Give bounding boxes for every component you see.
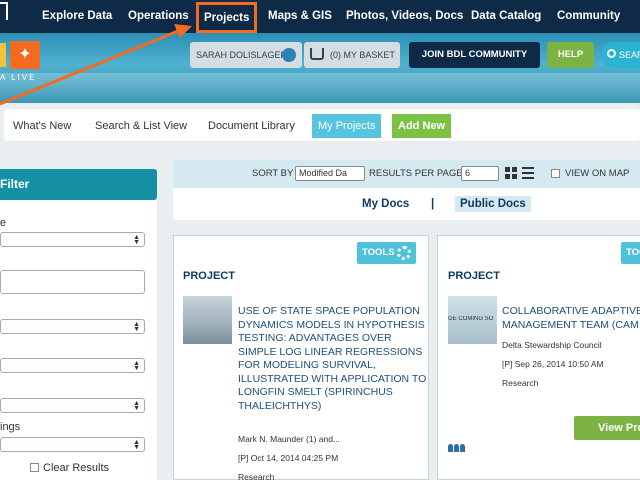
nav-community[interactable]: Community bbox=[557, 0, 620, 33]
card-thumbnail[interactable] bbox=[183, 296, 232, 344]
filter-select-3[interactable]: ▲ ▼ bbox=[0, 358, 145, 373]
gear-icon[interactable] bbox=[282, 48, 296, 62]
card-author: Delta Stewardship Council bbox=[502, 340, 602, 350]
help-button[interactable]: HELP bbox=[547, 42, 594, 68]
search-icon bbox=[607, 49, 616, 58]
card-type: PROJECT bbox=[448, 270, 500, 282]
card-date: [P] Sep 26, 2014 10:50 AM bbox=[502, 359, 604, 369]
tools-button[interactable]: TOOLS bbox=[621, 242, 640, 264]
sub-tab-bar: What's New Search & List View Document L… bbox=[4, 109, 640, 141]
nav-operations[interactable]: Operations bbox=[128, 0, 189, 33]
basket-label: (0) MY BASKET bbox=[330, 50, 395, 60]
tab-whats-new[interactable]: What's New bbox=[7, 114, 77, 138]
tab-document-library[interactable]: Document Library bbox=[202, 114, 301, 138]
view-project-button[interactable]: View Pro bbox=[574, 416, 640, 440]
docs-separator: | bbox=[431, 198, 435, 210]
join-community-button[interactable]: JOIN BDL COMMUNITY bbox=[409, 42, 540, 68]
add-new-button[interactable]: Add New bbox=[392, 114, 452, 138]
header-banner: ✦ A LIVE SARAH DOLISLAGER (0) MY BASKET … bbox=[0, 33, 640, 103]
filter-title: Filter bbox=[0, 177, 30, 191]
card-type: PROJECT bbox=[183, 270, 235, 282]
user-name: SARAH DOLISLAGER bbox=[196, 50, 288, 60]
nav-explore-data[interactable]: Explore Data bbox=[42, 0, 112, 33]
filter-select-4[interactable]: ▲ ▼ bbox=[0, 398, 145, 413]
filter-select-1[interactable]: ▲ ▼ bbox=[0, 232, 145, 247]
sort-bar: SORT BY Modified Da RESULTS PER PAGE 6 V… bbox=[173, 160, 640, 188]
docs-switch: My Docs | Public Docs bbox=[173, 188, 640, 220]
clear-results[interactable]: Clear Results bbox=[30, 462, 109, 474]
card-category: Research bbox=[238, 472, 275, 480]
card-category: Research bbox=[502, 378, 539, 388]
gear-icon bbox=[397, 246, 411, 260]
basket-button[interactable]: (0) MY BASKET bbox=[304, 42, 400, 68]
filter-select-5[interactable]: ▲ ▼ bbox=[0, 437, 145, 452]
card-title-link[interactable]: USE OF STATE SPACE POPULATION DYNAMICS M… bbox=[238, 305, 428, 413]
card-thumbnail[interactable]: GE COMING SO bbox=[448, 296, 497, 344]
user-menu[interactable]: SARAH DOLISLAGER bbox=[190, 42, 302, 68]
card-title-link[interactable]: COLLABORATIVE ADAPTIVE MANAGEMENT TEAM (… bbox=[502, 305, 640, 332]
nav-maps-gis[interactable]: Maps & GIS bbox=[268, 0, 332, 33]
clear-results-checkbox[interactable] bbox=[30, 463, 39, 472]
my-docs-link[interactable]: My Docs bbox=[362, 198, 409, 210]
filter-header[interactable]: Filter bbox=[0, 169, 157, 200]
filter-text-input[interactable] bbox=[0, 270, 145, 294]
home-icon[interactable] bbox=[0, 2, 8, 20]
nav-photos-videos-docs[interactable]: Photos, Videos, Docs bbox=[346, 0, 463, 33]
filter-label-2: ings bbox=[0, 421, 21, 433]
tab-search-list-view[interactable]: Search & List View bbox=[89, 114, 193, 138]
people-icon bbox=[448, 444, 466, 452]
card-date: [P] Oct 14, 2014 04:25 PM bbox=[238, 453, 339, 463]
sort-by-select[interactable]: Modified Da bbox=[295, 166, 365, 181]
top-nav: Explore Data Operations Projects Maps & … bbox=[0, 0, 640, 33]
logo-mark[interactable] bbox=[0, 43, 6, 67]
search-label: SEAR bbox=[619, 50, 640, 60]
clear-results-label: Clear Results bbox=[43, 462, 110, 474]
tools-button[interactable]: TOOLS bbox=[357, 242, 416, 264]
logo-bird-icon[interactable]: ✦ bbox=[10, 41, 40, 69]
results-per-page-select[interactable]: 6 bbox=[461, 166, 499, 181]
card-title-text: COLLABORATIVE ADAPTIVE MANAGEMENT TEAM (… bbox=[502, 305, 640, 331]
tools-label: TOOLS bbox=[362, 247, 395, 258]
logo-text: A LIVE bbox=[0, 73, 37, 82]
nav-data-catalog[interactable]: Data Catalog bbox=[471, 0, 541, 33]
thumbnail-placeholder-text: GE COMING SO bbox=[448, 316, 494, 322]
list-view-icon[interactable] bbox=[522, 167, 534, 179]
banner-wave bbox=[0, 73, 640, 103]
search-button[interactable]: SEAR bbox=[601, 42, 640, 68]
results-per-page-label: RESULTS PER PAGE bbox=[369, 168, 463, 179]
view-on-map-checkbox[interactable] bbox=[551, 169, 560, 178]
filter-select-2[interactable]: ▲ ▼ bbox=[0, 319, 145, 334]
filter-panel: e ▲ ▼ ▲ ▼ ▲ ▼ ▲ ▼ ings ▲ ▼ bbox=[0, 200, 157, 480]
nav-projects[interactable]: Projects bbox=[196, 2, 258, 33]
tools-label: TOOLS bbox=[626, 247, 640, 258]
card-author: Mark N. Maunder (1) and... bbox=[238, 434, 341, 444]
view-on-map-label: VIEW ON MAP bbox=[565, 168, 630, 179]
public-docs-link[interactable]: Public Docs bbox=[455, 196, 531, 212]
tab-my-projects[interactable]: My Projects bbox=[312, 114, 382, 138]
grid-view-icon[interactable] bbox=[505, 167, 517, 179]
sort-by-label: SORT BY bbox=[252, 168, 294, 179]
filter-label-1: e bbox=[0, 217, 7, 229]
cart-icon bbox=[310, 48, 324, 60]
